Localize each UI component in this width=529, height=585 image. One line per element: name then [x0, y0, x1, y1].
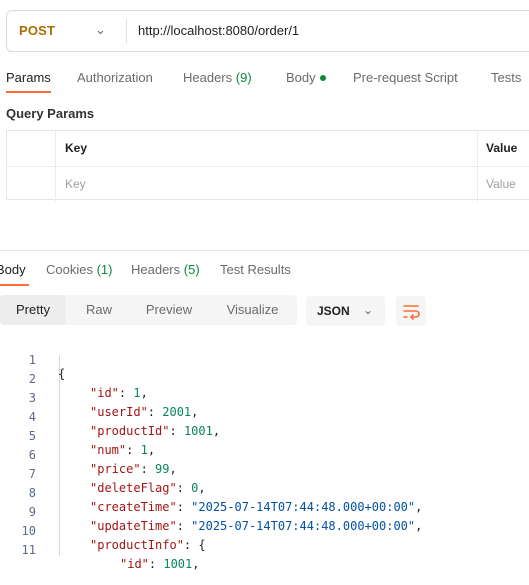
- code-line: 6 "price": 99,: [0, 434, 529, 476]
- code-line: 3 "userId": 2001,: [0, 377, 529, 419]
- divider: [55, 167, 56, 202]
- table-row: Key Value: [7, 166, 529, 202]
- tab-tests[interactable]: Tests: [491, 70, 521, 85]
- divider: [126, 19, 127, 43]
- tab-response-body[interactable]: Body: [0, 262, 26, 277]
- divider: [477, 167, 478, 202]
- url-input[interactable]: http://localhost:8080/order/1: [138, 23, 299, 38]
- tab-count: (1): [96, 262, 113, 277]
- format-label: JSON: [317, 304, 350, 318]
- modified-dot-icon: [319, 74, 326, 81]
- raw-button[interactable]: Raw: [68, 295, 130, 325]
- json-key: "id": [120, 557, 149, 571]
- code-line: 11 "id": 1001,: [0, 529, 529, 571]
- tab-label: Headers: [131, 262, 181, 277]
- table-header-row: Key Value: [7, 131, 529, 166]
- tab-body[interactable]: Body: [286, 70, 326, 85]
- code-line: 5 "num": 1,: [0, 415, 529, 457]
- tab-label: Body: [0, 262, 26, 277]
- code-line: 4 "productId": 1001,: [0, 396, 529, 438]
- tab-label: Params: [6, 70, 51, 85]
- tab-count: (9): [235, 70, 252, 85]
- key-input[interactable]: Key: [65, 177, 86, 191]
- active-tab-indicator: [0, 284, 29, 286]
- preview-button[interactable]: Preview: [132, 295, 206, 325]
- code-line: 2 "id": 1,: [0, 358, 529, 400]
- tab-test-results[interactable]: Test Results: [220, 262, 291, 277]
- tab-label: Pre-request Script: [353, 70, 458, 85]
- url-bar: POST ⌄ http://localhost:8080/order/1: [6, 10, 529, 52]
- line-number: 11: [21, 543, 36, 557]
- tab-response-headers[interactable]: Headers (5): [131, 262, 200, 277]
- json-value: 1001: [163, 557, 193, 571]
- code-text: "id": 1001,: [120, 557, 200, 571]
- active-tab-indicator: [6, 91, 51, 93]
- visualize-button[interactable]: Visualize: [208, 295, 297, 325]
- tab-authorization[interactable]: Authorization: [77, 70, 153, 85]
- code-line: 10 "productInfo": {: [0, 510, 529, 552]
- code-line: 1 {: [0, 339, 529, 381]
- tab-cookies[interactable]: Cookies (1): [46, 262, 112, 277]
- column-header-key: Key: [65, 141, 88, 155]
- query-params-title: Query Params: [6, 106, 95, 121]
- pane-divider[interactable]: [0, 250, 529, 251]
- chevron-down-icon: ⌄: [363, 303, 374, 317]
- pretty-button[interactable]: Pretty: [0, 295, 66, 325]
- chevron-down-icon[interactable]: ⌄: [95, 22, 106, 38]
- code-line: 8 "createTime": "2025-07-14T07:44:48.000…: [0, 472, 529, 514]
- tab-label: Test Results: [220, 262, 291, 277]
- tab-count: (5): [183, 262, 200, 277]
- format-dropdown[interactable]: JSON ⌄: [306, 296, 385, 326]
- tab-headers[interactable]: Headers (9): [183, 70, 252, 85]
- tab-label: Authorization: [77, 70, 153, 85]
- divider: [55, 131, 56, 166]
- code-line: 7 "deleteFlag": 0,: [0, 453, 529, 495]
- tab-label: Body: [286, 70, 316, 85]
- tab-label: Cookies: [46, 262, 93, 277]
- query-params-table: Key Value Key Value: [6, 130, 529, 202]
- code-line: 9 "updateTime": "2025-07-14T07:44:48.000…: [0, 491, 529, 533]
- wrap-lines-icon: [403, 305, 420, 320]
- value-input[interactable]: Value: [486, 177, 516, 191]
- divider: [477, 131, 478, 166]
- tab-pre-request-script[interactable]: Pre-request Script: [353, 70, 458, 85]
- tab-params[interactable]: Params: [6, 70, 51, 85]
- column-header-value: Value: [486, 141, 518, 155]
- tab-label: Tests: [491, 70, 522, 85]
- method-selector[interactable]: POST: [19, 23, 55, 38]
- wrap-lines-button[interactable]: [396, 296, 426, 326]
- tab-label: Headers: [183, 70, 233, 85]
